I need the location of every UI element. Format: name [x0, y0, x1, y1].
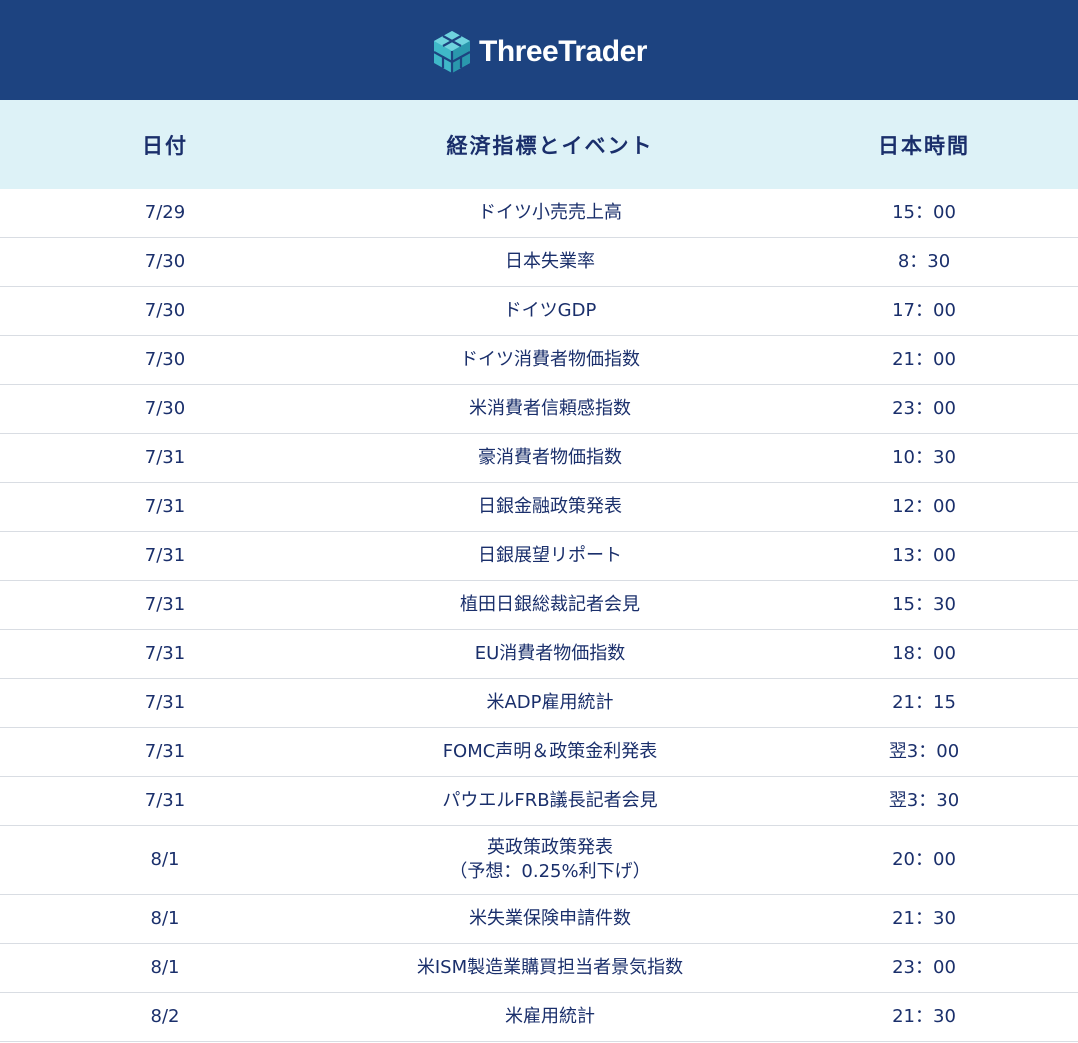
row-event: 米雇用統計 — [505, 1006, 595, 1027]
table-row: 7/30 ドイツGDP 17：00 — [0, 287, 1078, 336]
row-time: 翌3：30 — [888, 790, 960, 811]
row-event: 英政策政策発表 （予想：0.25%利下げ） — [449, 837, 651, 882]
row-date: 7/31 — [144, 545, 186, 566]
header-date: 日付 — [142, 133, 188, 158]
table-row: 7/31 米ADP雇用統計 21：15 — [0, 679, 1078, 728]
row-date: 8/2 — [150, 1006, 180, 1027]
table-row: 8/1 英政策政策発表 （予想：0.25%利下げ） 20：00 — [0, 826, 1078, 895]
table-row: 7/30 米消費者信頼感指数 23：00 — [0, 385, 1078, 434]
table-row: 7/30 ドイツ消費者物価指数 21：00 — [0, 336, 1078, 385]
table-row: 7/31 FOMC声明＆政策金利発表 翌3：00 — [0, 728, 1078, 777]
economic-calendar-table: 日付 経済指標とイベント 日本時間 7/29 ドイツ小売売上高 15：00 7/30 日… — [0, 100, 1078, 1042]
row-date: 7/30 — [144, 398, 186, 419]
brand-banner: ThreeTrader — [0, 0, 1078, 100]
row-time: 21：30 — [892, 1006, 956, 1027]
table-row: 8/2 米雇用統計 21：30 — [0, 993, 1078, 1042]
row-event: FOMC声明＆政策金利発表 — [442, 741, 658, 762]
row-date: 7/31 — [144, 692, 186, 713]
row-time: 12：00 — [892, 496, 956, 517]
row-time: 8：30 — [897, 251, 951, 272]
row-event: 日本失業率 — [505, 251, 595, 272]
row-event: 日銀展望リポート — [478, 545, 622, 566]
table-row: 7/31 植田日銀総裁記者会見 15：30 — [0, 581, 1078, 630]
row-time: 21：00 — [892, 349, 956, 370]
row-date: 7/30 — [144, 300, 186, 321]
row-event: 米失業保険申請件数 — [469, 908, 631, 929]
row-time: 17：00 — [892, 300, 956, 321]
row-time: 15：00 — [892, 202, 956, 223]
row-date: 7/30 — [144, 251, 186, 272]
cube-logo-icon — [433, 31, 471, 73]
row-event: 豪消費者物価指数 — [478, 447, 622, 468]
row-date: 8/1 — [150, 849, 180, 870]
table-row: 7/29 ドイツ小売売上高 15：00 — [0, 189, 1078, 238]
table-row: 7/31 豪消費者物価指数 10：30 — [0, 434, 1078, 483]
row-date: 7/30 — [144, 349, 186, 370]
table-row: 8/1 米ISM製造業購買担当者景気指数 23：00 — [0, 944, 1078, 993]
row-time: 翌3：00 — [888, 741, 960, 762]
row-date: 7/29 — [144, 202, 186, 223]
row-date: 7/31 — [144, 790, 186, 811]
row-time: 13：00 — [892, 545, 956, 566]
row-event: ドイツ小売売上高 — [478, 202, 622, 223]
table-row: 8/1 米失業保険申請件数 21：30 — [0, 895, 1078, 944]
row-date: 7/31 — [144, 496, 186, 517]
row-time: 18：00 — [892, 643, 956, 664]
row-event: 米消費者信頼感指数 — [469, 398, 631, 419]
table-row: 7/31 パウエルFRB議長記者会見 翌3：30 — [0, 777, 1078, 826]
row-time: 20：00 — [892, 849, 956, 870]
row-time: 21：15 — [892, 692, 956, 713]
row-event: EU消費者物価指数 — [474, 643, 626, 664]
row-time: 23：00 — [892, 957, 956, 978]
row-event: ドイツ消費者物価指数 — [460, 349, 640, 370]
table-row: 7/31 EU消費者物価指数 18：00 — [0, 630, 1078, 679]
row-time: 10：30 — [892, 447, 956, 468]
row-event: 植田日銀総裁記者会見 — [460, 594, 640, 615]
table-row: 7/31 日銀展望リポート 13：00 — [0, 532, 1078, 581]
row-time: 15：30 — [892, 594, 956, 615]
row-date: 7/31 — [144, 741, 186, 762]
row-event: 日銀金融政策発表 — [478, 496, 622, 517]
brand-logo: ThreeTrader — [431, 29, 647, 75]
header-time: 日本時間 — [878, 133, 970, 158]
table-row: 7/30 日本失業率 8：30 — [0, 238, 1078, 287]
row-time: 23：00 — [892, 398, 956, 419]
row-time: 21：30 — [892, 908, 956, 929]
row-date: 7/31 — [144, 447, 186, 468]
header-event: 経済指標とイベント — [446, 133, 654, 158]
table-row: 7/31 日銀金融政策発表 12：00 — [0, 483, 1078, 532]
table-body: 7/29 ドイツ小売売上高 15：00 7/30 日本失業率 8：30 7/30 ドイツGDP… — [0, 189, 1078, 1042]
row-event: 米ADP雇用統計 — [486, 692, 614, 713]
table-header: 日付 経済指標とイベント 日本時間 — [0, 100, 1078, 189]
row-event: ドイツGDP — [503, 300, 597, 321]
row-date: 7/31 — [144, 594, 186, 615]
brand-name: ThreeTrader — [479, 35, 647, 68]
row-date: 7/31 — [144, 643, 186, 664]
row-event: パウエルFRB議長記者会見 — [442, 790, 658, 811]
row-event: 米ISM製造業購買担当者景気指数 — [416, 957, 684, 978]
row-date: 8/1 — [150, 957, 180, 978]
row-date: 8/1 — [150, 908, 180, 929]
